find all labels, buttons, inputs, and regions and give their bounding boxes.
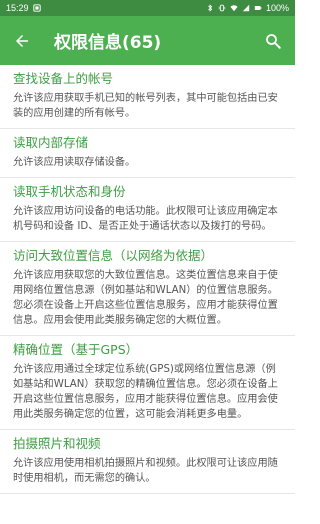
- permission-title: 拍摄照片和视频: [13, 436, 101, 451]
- status-time: 15:29: [6, 3, 29, 13]
- search-icon: [266, 33, 281, 49]
- permission-description: 允许该应用通过全球定位系统(GPS)或网络位置信息源（例如基站和WLAN）获取您…: [13, 364, 278, 420]
- battery-icon: [254, 6, 262, 10]
- battery-level: 100%: [265, 3, 289, 13]
- permission-description: 允许该应用获取手机已知的帐号列表，其中可能包括由已安装的应用创建的所有帐号。: [13, 93, 278, 119]
- app-bar: 权限信息(65): [0, 16, 295, 65]
- vibrate-icon: [218, 4, 226, 12]
- permission-item: 拍摄照片和视频 允许该应用使用相机拍摄照片和视频。此权限可让该应用随时使用相机，…: [0, 430, 295, 494]
- permission-item: 读取内部存储 允许该应用读取存储设备。: [0, 129, 295, 178]
- status-bar-right: 100%: [206, 3, 289, 13]
- search-button[interactable]: [255, 16, 291, 65]
- permission-title: 精确位置（基于GPS）: [13, 342, 139, 357]
- permission-item: 访问大致位置信息（以网络为依据） 允许该应用获取您的大致位置信息。这类位置信息来…: [0, 242, 295, 336]
- permission-item: 查找设备上的帐号 允许该应用获取手机已知的帐号列表，其中可能包括由已安装的应用创…: [0, 65, 295, 129]
- bluetooth-icon: [208, 4, 213, 12]
- permission-description: 允许该应用使用相机拍摄照片和视频。此权限可让该应用随时使用相机，而无需您的确认。: [13, 458, 278, 484]
- permission-list[interactable]: 查找设备上的帐号 允许该应用获取手机已知的帐号列表，其中可能包括由已安装的应用创…: [0, 65, 295, 524]
- permission-description: 允许该应用访问设备的电话功能。此权限可让该应用确定本机号码和设备 ID、是否正处…: [13, 206, 278, 232]
- signal-icon: [242, 4, 250, 12]
- page-title: 权限信息(65): [54, 33, 162, 53]
- status-bar-left: 15:29: [6, 3, 41, 13]
- notification-icon: [32, 4, 41, 12]
- status-bar: 15:29 100%: [0, 0, 295, 16]
- permission-title: 访问大致位置信息（以网络为依据）: [13, 248, 214, 263]
- permission-description: 允许该应用获取您的大致位置信息。这类位置信息来自于使用网络位置信息源（例如基站和…: [13, 270, 278, 326]
- permission-item: 精确位置（基于GPS） 允许该应用通过全球定位系统(GPS)或网络位置信息源（例…: [0, 336, 295, 430]
- wifi-icon: [230, 5, 238, 12]
- permission-title: 查找设备上的帐号: [13, 71, 114, 86]
- permission-title: 读取内部存储: [13, 135, 89, 150]
- permission-title: 读取手机状态和身份: [13, 184, 126, 199]
- back-button[interactable]: [2, 16, 42, 65]
- permission-item: 读取手机状态和身份 允许该应用访问设备的电话功能。此权限可让该应用确定本机号码和…: [0, 178, 295, 242]
- arrow-left-icon: [16, 34, 28, 47]
- permission-description: 允许该应用读取存储设备。: [13, 157, 136, 168]
